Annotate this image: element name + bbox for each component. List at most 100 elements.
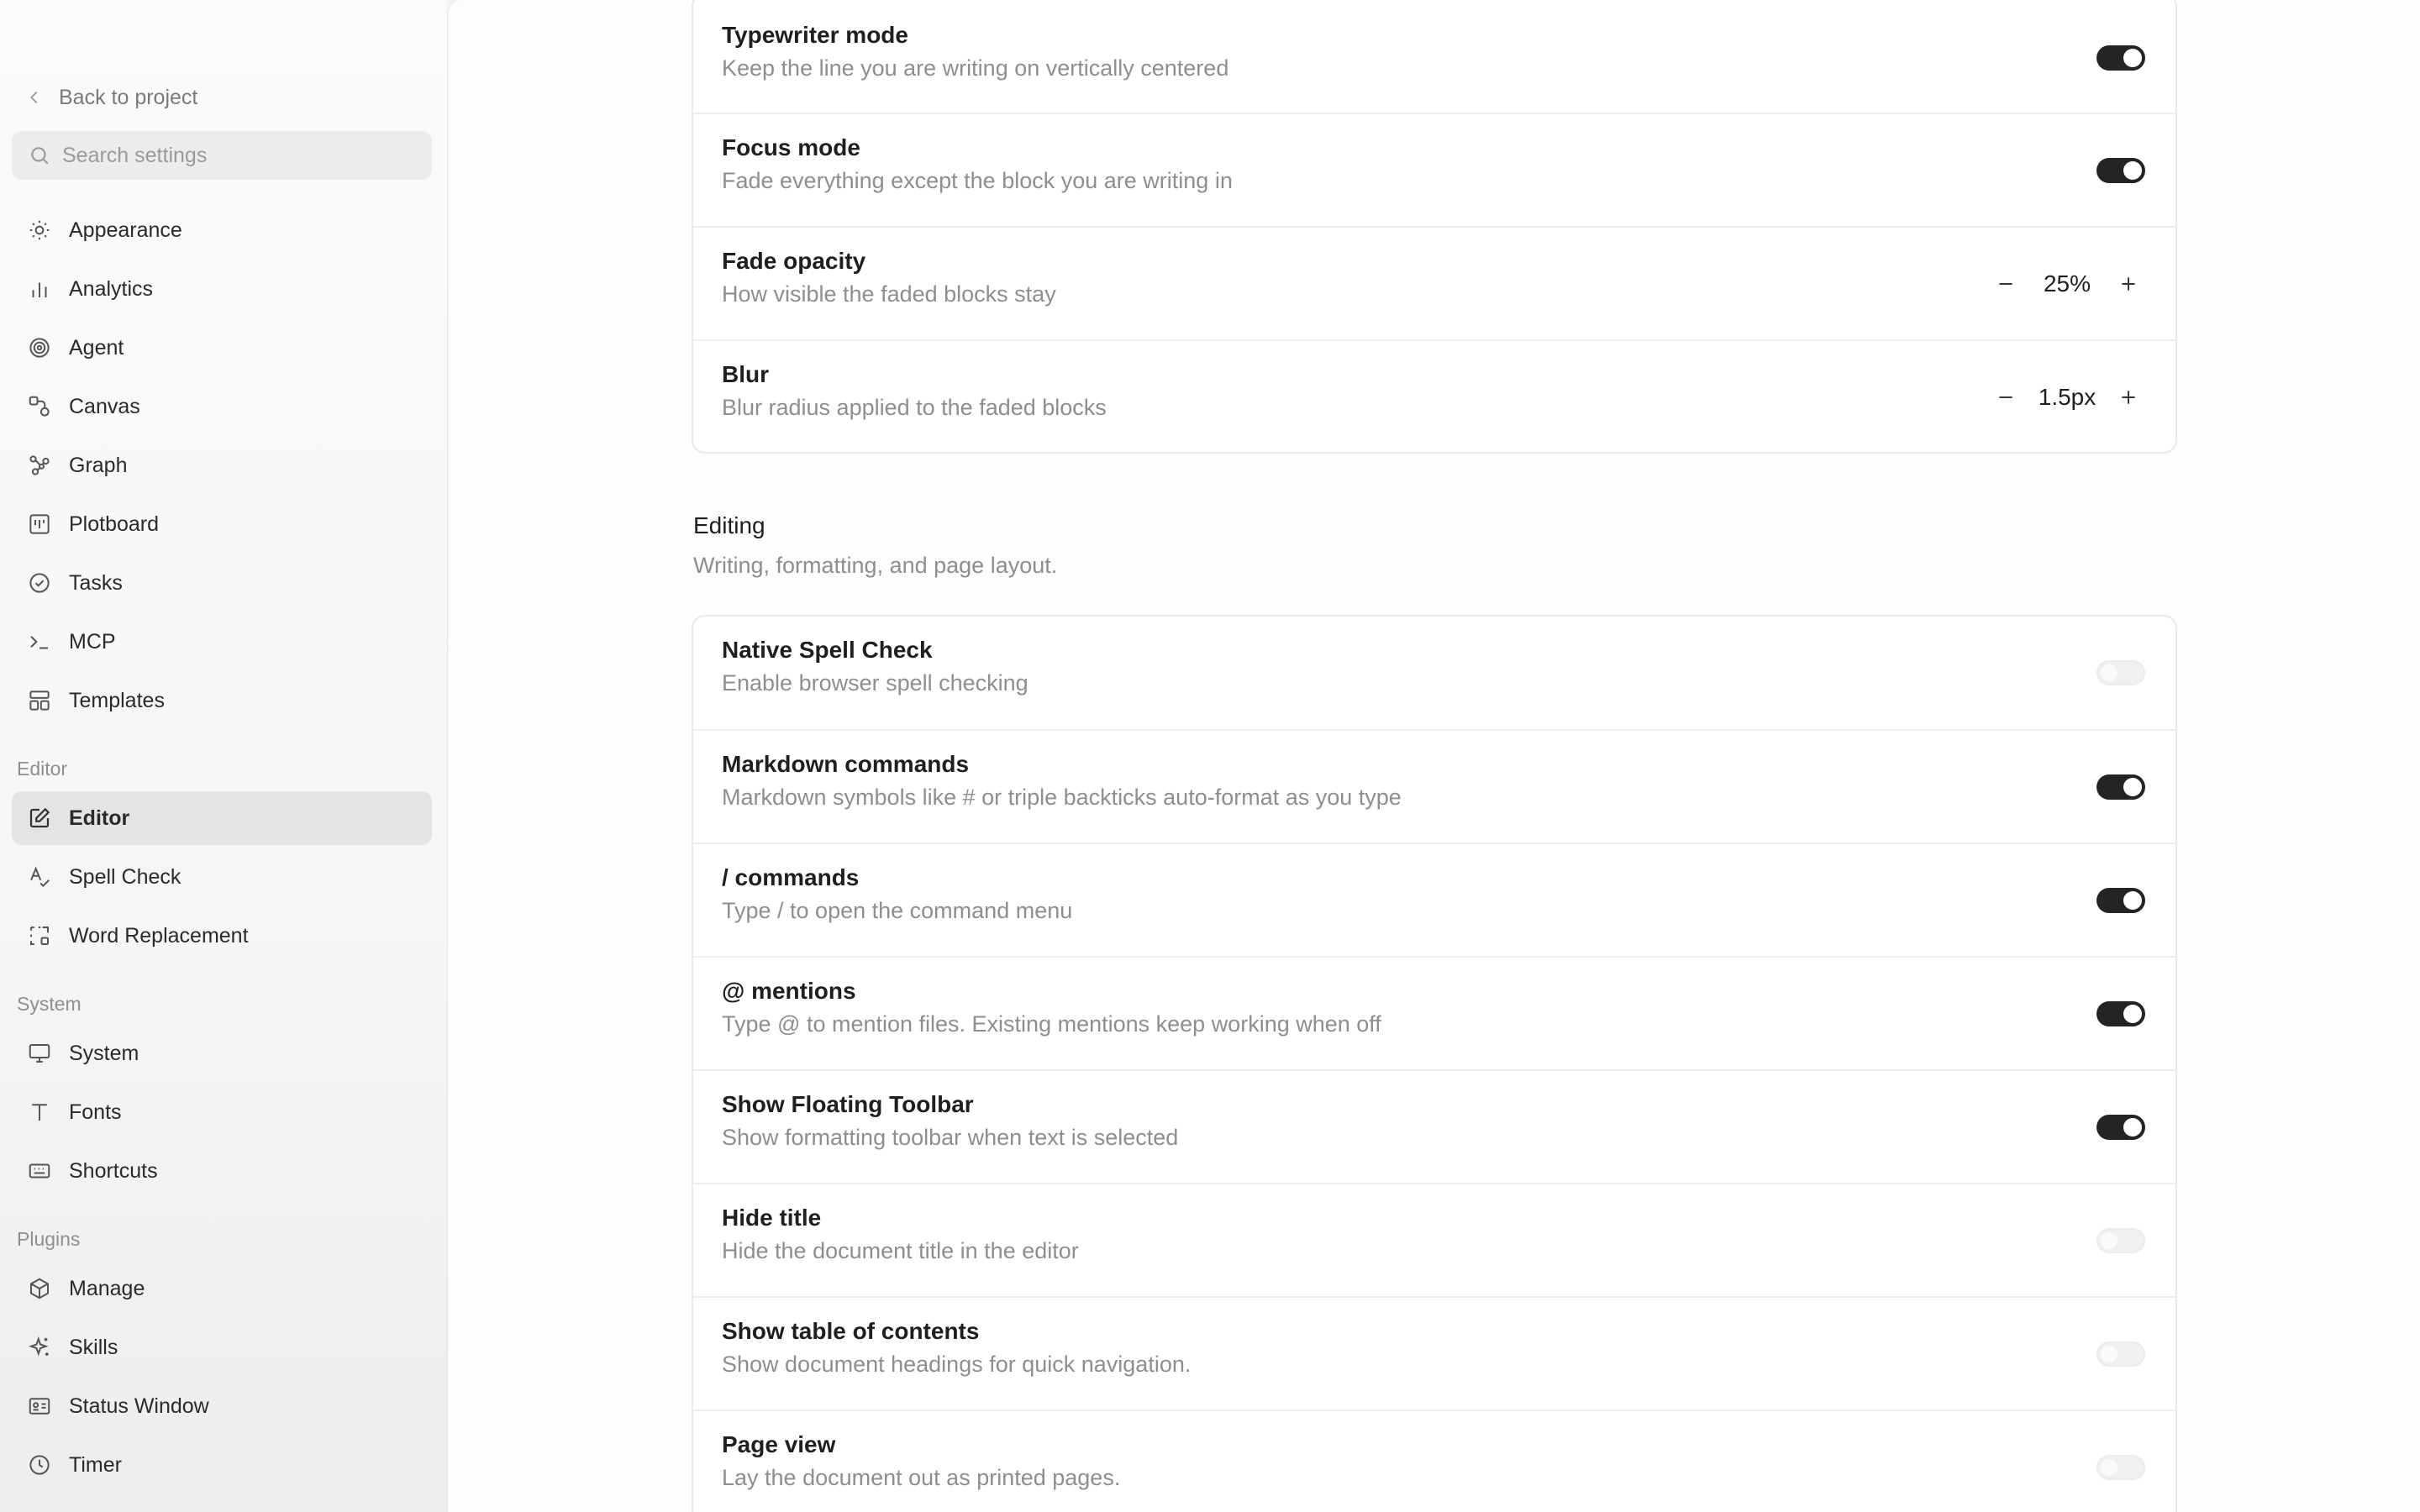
plotboard-icon: [29, 514, 50, 534]
id-card-icon: [29, 1398, 50, 1415]
setting-row-fade-opacity: Fade opacity How visible the faded block…: [693, 226, 2175, 339]
decrement-button[interactable]: [1989, 267, 2023, 301]
sidebar-item-label: Spell Check: [69, 864, 182, 889]
setting-description: Hide the document title in the editor: [722, 1238, 1079, 1263]
package-icon: [30, 1278, 49, 1299]
setting-title: Page view: [722, 1431, 836, 1457]
setting-title: @ mentions: [722, 978, 856, 1004]
bar-chart-icon: [32, 282, 47, 297]
sidebar-item-shortcuts[interactable]: Shortcuts: [12, 1144, 432, 1198]
minus-icon: [1999, 396, 2012, 398]
search-settings[interactable]: [12, 131, 432, 180]
setting-description: Type / to open the command menu: [722, 898, 1073, 923]
focus-mode-toggle[interactable]: [2096, 158, 2145, 183]
setting-description: Type @ to mention files. Existing mentio…: [722, 1011, 1381, 1037]
setting-description: Enable browser spell checking: [722, 670, 1028, 696]
sidebar-item-label: Word Replacement: [69, 923, 249, 948]
sidebar-item-spell-check[interactable]: Spell Check: [12, 850, 432, 904]
spell-check-icon: [30, 866, 50, 888]
sidebar-item-system[interactable]: System: [12, 1026, 432, 1080]
sidebar-section-plugins: Plugins: [17, 1228, 81, 1250]
sun-icon: [29, 220, 50, 240]
setting-title: Hide title: [722, 1205, 822, 1231]
sidebar-item-canvas[interactable]: Canvas: [12, 380, 432, 433]
plus-icon: [2122, 277, 2135, 291]
setting-row-blur: Blur Blur radius applied to the faded bl…: [693, 339, 2175, 452]
sidebar-item-agent[interactable]: Agent: [12, 321, 432, 375]
sidebar-item-editor[interactable]: Editor: [12, 791, 432, 845]
native-spell-check-toggle[interactable]: [2096, 660, 2145, 685]
sidebar-item-mcp[interactable]: MCP: [12, 615, 432, 669]
sidebar-item-plotboard[interactable]: Plotboard: [12, 497, 432, 551]
setting-description: Show document headings for quick navigat…: [722, 1352, 1192, 1377]
sidebar-item-analytics[interactable]: Analytics: [12, 262, 432, 316]
sidebar-item-tasks[interactable]: Tasks: [12, 556, 432, 610]
minus-icon: [1999, 283, 2012, 285]
back-to-project-link[interactable]: Back to project: [25, 81, 197, 114]
sparkles-icon: [28, 1336, 49, 1357]
sidebar-section-editor: Editor: [17, 758, 68, 780]
search-input[interactable]: [62, 143, 415, 168]
show-table-of-contents-toggle[interactable]: [2096, 1341, 2145, 1367]
sidebar-item-word-replacement[interactable]: Word Replacement: [12, 909, 432, 963]
sidebar-item-skills[interactable]: Skills: [12, 1320, 432, 1374]
replace-icon: [30, 927, 49, 945]
mentions-toggle[interactable]: [2096, 1001, 2145, 1026]
increment-button[interactable]: [2112, 381, 2145, 414]
sidebar-item-label: Templates: [69, 688, 165, 712]
setting-title: Markdown commands: [722, 751, 970, 777]
hide-title-toggle[interactable]: [2096, 1228, 2145, 1253]
sidebar-item-timer[interactable]: Timer: [12, 1438, 432, 1492]
slash-commands-toggle[interactable]: [2096, 888, 2145, 913]
sidebar-item-label: Editor: [69, 806, 130, 830]
setting-row-show-floating-toolbar: Show Floating Toolbar Show formatting to…: [693, 1069, 2175, 1182]
setting-title: / commands: [722, 864, 860, 890]
setting-row-slash-commands: / commands Type / to open the command me…: [693, 843, 2175, 955]
setting-description: Lay the document out as printed pages.: [722, 1465, 1121, 1490]
terminal-icon: [30, 636, 48, 649]
decrement-button[interactable]: [1989, 381, 2023, 414]
sidebar-item-manage[interactable]: Manage: [12, 1262, 432, 1315]
setting-row-markdown-commands: Markdown commands Markdown symbols like …: [693, 729, 2175, 842]
setting-description: Markdown symbols like # or triple backti…: [722, 785, 1402, 810]
show-floating-toolbar-toggle[interactable]: [2096, 1115, 2145, 1140]
setting-row-page-view: Page view Lay the document out as printe…: [693, 1410, 2175, 1512]
setting-row-mentions: @ mentions Type @ to mention files. Exis…: [693, 956, 2175, 1068]
keyboard-icon: [29, 1163, 50, 1179]
increment-button[interactable]: [2112, 267, 2145, 301]
sidebar-item-label: Shortcuts: [69, 1158, 158, 1183]
setting-title: Focus mode: [722, 134, 860, 160]
edit-icon: [29, 807, 50, 828]
clock-icon: [29, 1455, 50, 1475]
canvas-icon: [29, 396, 50, 417]
sidebar-item-status-window[interactable]: Status Window: [12, 1379, 432, 1433]
sidebar-item-label: Manage: [69, 1276, 145, 1300]
sidebar-item-label: Fonts: [69, 1100, 122, 1124]
sidebar-item-label: System: [69, 1041, 139, 1065]
sidebar-item-label: Analytics: [69, 276, 154, 301]
setting-title: Blur: [722, 361, 769, 387]
fade-opacity-value: 25%: [2043, 270, 2091, 297]
sidebar-item-label: Agent: [69, 335, 124, 360]
sidebar-item-label: Status Window: [69, 1394, 209, 1418]
search-icon: [31, 147, 49, 165]
setting-title: Fade opacity: [722, 248, 866, 274]
sidebar-item-graph[interactable]: Graph: [12, 438, 432, 492]
type-icon: [32, 1104, 47, 1121]
page-view-toggle[interactable]: [2096, 1455, 2145, 1480]
setting-row-typewriter-mode: Typewriter mode Keep the line you are wr…: [693, 0, 2175, 108]
sidebar-item-fonts[interactable]: Fonts: [12, 1085, 432, 1139]
sidebar-item-label: Tasks: [69, 570, 123, 595]
editing-settings-card: Native Spell Check Enable browser spell …: [692, 615, 2177, 1512]
sidebar-item-templates[interactable]: Templates: [12, 674, 432, 727]
setting-title: Show Floating Toolbar: [722, 1091, 974, 1117]
typewriter-mode-toggle[interactable]: [2096, 45, 2145, 71]
sidebar-item-label: Canvas: [69, 394, 140, 418]
setting-description: Blur radius applied to the faded blocks: [722, 395, 1107, 420]
setting-description: Show formatting toolbar when text is sel…: [722, 1125, 1179, 1150]
settings-content: Typewriter mode Keep the line you are wr…: [447, 0, 2420, 1512]
blur-value: 1.5px: [2038, 384, 2096, 410]
check-circle-icon: [29, 573, 50, 593]
sidebar-item-appearance[interactable]: Appearance: [12, 203, 432, 257]
markdown-commands-toggle[interactable]: [2096, 774, 2145, 800]
